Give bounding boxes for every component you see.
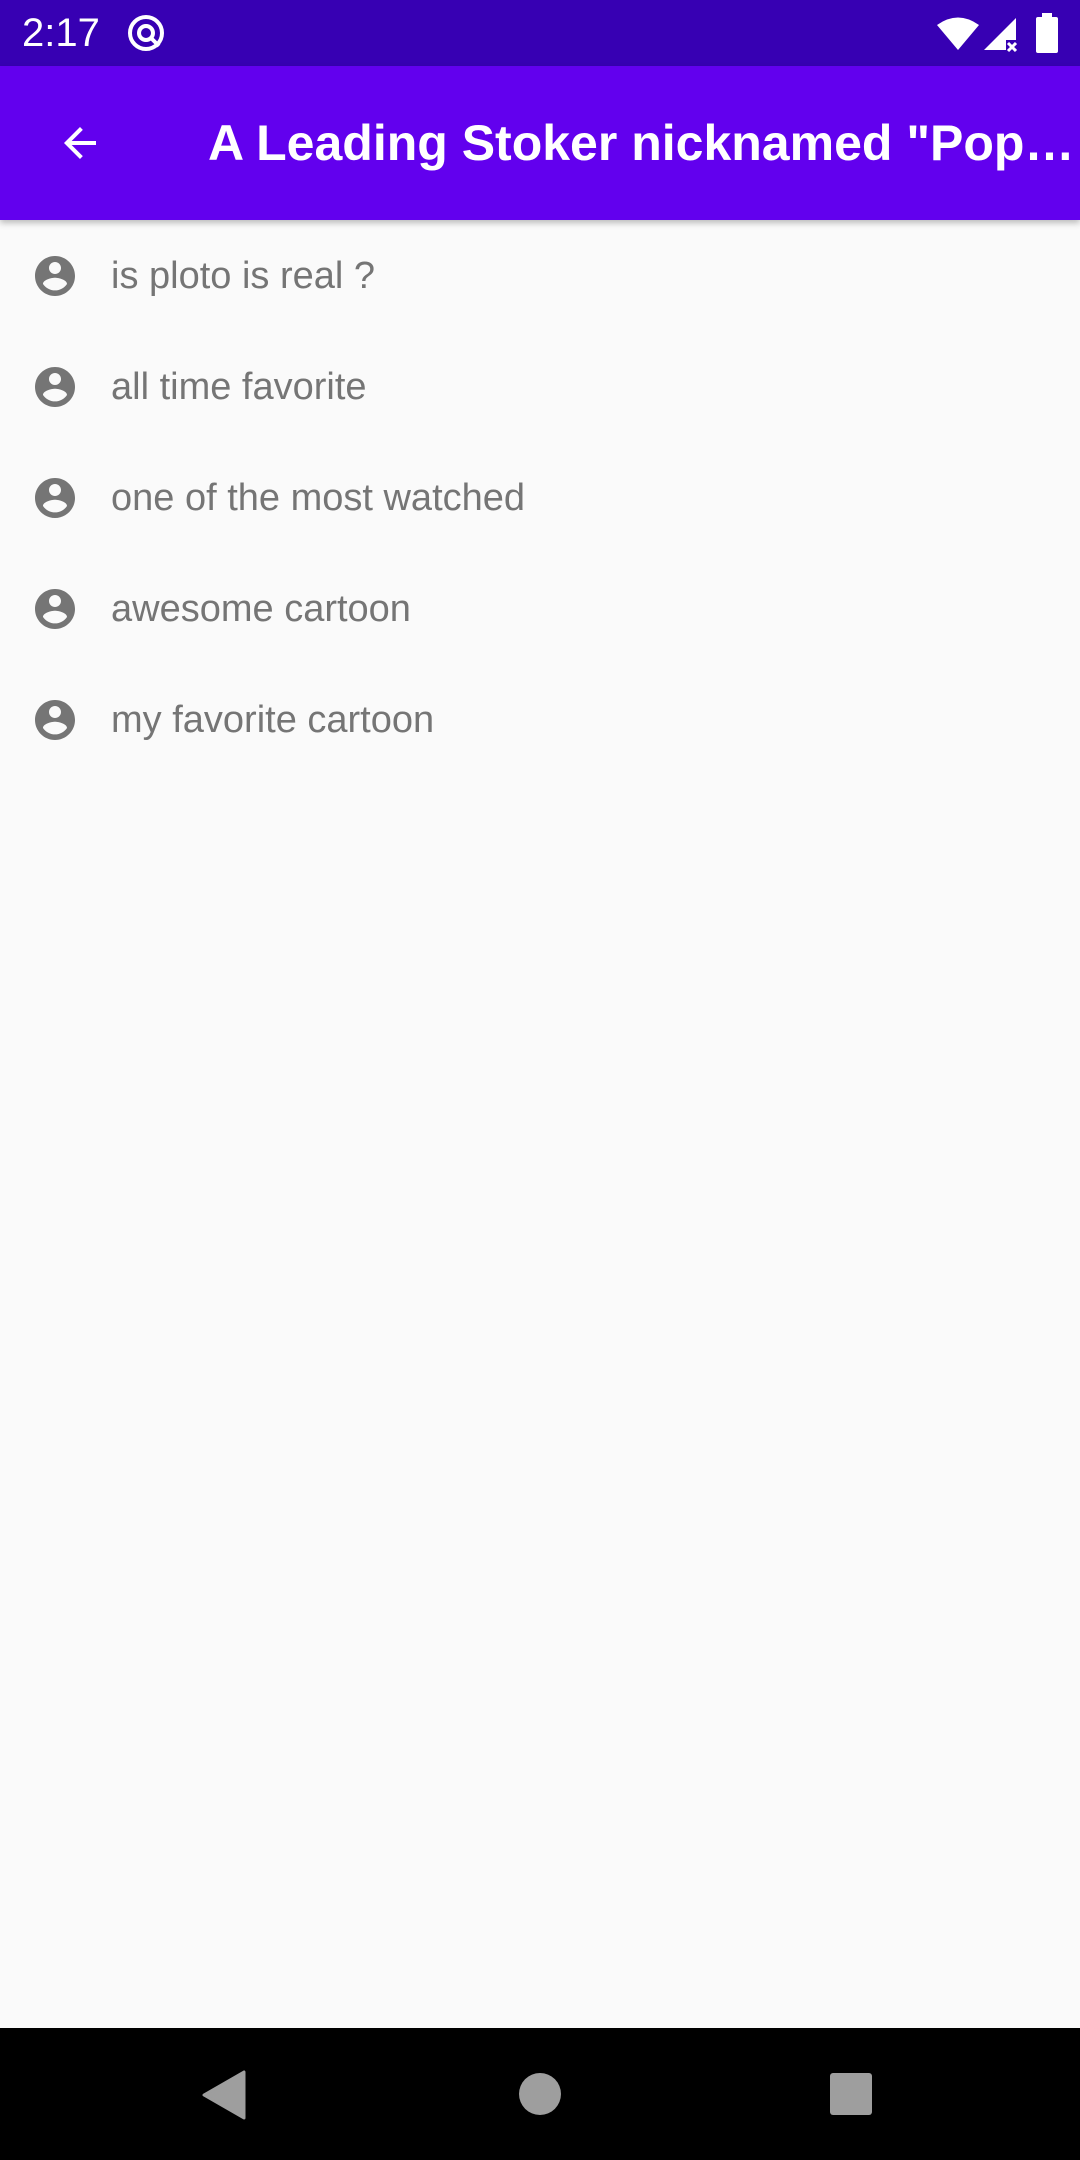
account-circle-icon	[35, 700, 75, 740]
wifi-icon	[937, 17, 979, 50]
account-circle-icon	[35, 478, 75, 518]
screen: 2:17 A Leading Stoker nicknamed "Pop… is…	[0, 0, 1080, 2160]
account-circle-icon	[35, 367, 75, 407]
comment-list: is ploto is real ? all time favorite one…	[0, 220, 1080, 775]
nav-recents-icon[interactable]	[829, 2072, 873, 2116]
comment-text: one of the most watched	[111, 477, 526, 519]
battery-icon	[1036, 13, 1058, 53]
page-title: A Leading Stoker nicknamed "Pop…	[208, 115, 1075, 171]
app-notification-icon	[128, 15, 164, 51]
signal-icon	[984, 18, 1018, 53]
list-item[interactable]: all time favorite	[0, 331, 1080, 442]
nav-home-icon[interactable]	[518, 2072, 562, 2116]
list-item[interactable]: is ploto is real ?	[0, 220, 1080, 331]
nav-back-icon[interactable]	[202, 2070, 246, 2120]
status-bar: 2:17	[0, 0, 1080, 66]
account-circle-icon	[35, 589, 75, 629]
status-time: 2:17	[22, 11, 100, 55]
comment-text: all time favorite	[111, 366, 367, 408]
navigation-bar	[0, 2028, 1080, 2160]
arrow-back-icon	[64, 127, 96, 159]
list-item[interactable]: my favorite cartoon	[0, 664, 1080, 775]
list-item[interactable]: one of the most watched	[0, 442, 1080, 553]
comment-text: awesome cartoon	[111, 588, 411, 630]
comment-text: is ploto is real ?	[111, 255, 376, 297]
list-item[interactable]: awesome cartoon	[0, 553, 1080, 664]
comment-text: my favorite cartoon	[111, 699, 435, 741]
app-bar: A Leading Stoker nicknamed "Pop…	[0, 66, 1080, 220]
account-circle-icon	[35, 256, 75, 296]
back-button[interactable]	[32, 95, 128, 191]
